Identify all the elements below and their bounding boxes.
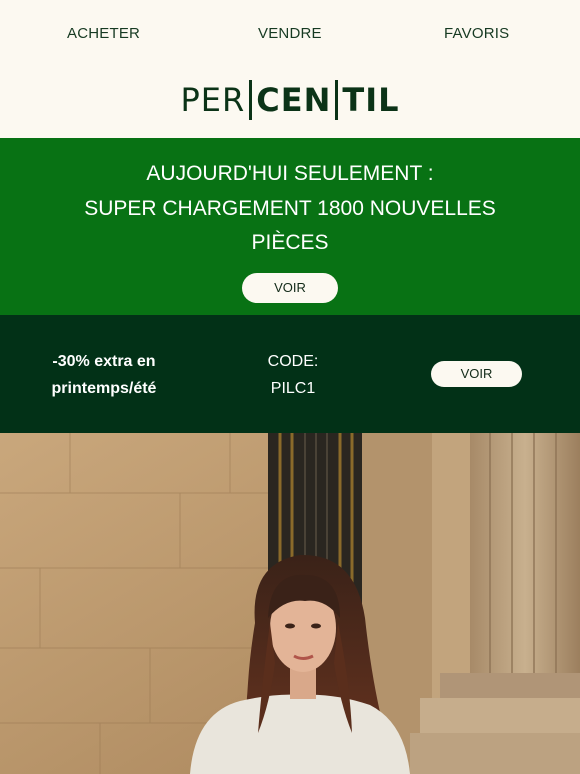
nav-link-vendre[interactable]: VENDRE xyxy=(258,25,322,42)
offer-line2: printemps/été xyxy=(51,380,157,397)
promo-headline-line3: PIÈCES xyxy=(251,231,329,254)
brand-logo[interactable]: PER CEN TIL xyxy=(0,78,580,122)
hero-photo-illustration xyxy=(0,433,580,774)
promo-banner: AUJOURD'HUI SEULEMENT : SUPER CHARGEMENT… xyxy=(0,138,580,315)
logo-part-til: TIL xyxy=(342,81,400,119)
logo-part-per: PER xyxy=(180,81,246,119)
discount-code: CODE: PILC1 xyxy=(240,348,346,402)
promo-voir-button[interactable]: VOIR xyxy=(242,273,338,303)
hero-photo[interactable] xyxy=(0,433,580,774)
top-nav: ACHETER VENDRE FAVORIS xyxy=(0,0,580,70)
logo-divider xyxy=(249,80,253,120)
logo-part-cen: CEN xyxy=(256,81,332,119)
promo-headline-line1: AUJOURD'HUI SEULEMENT : xyxy=(146,162,434,185)
discount-code-band: -30% extra en printemps/été CODE: PILC1 … xyxy=(0,315,580,433)
nav-link-acheter[interactable]: ACHETER xyxy=(67,25,140,42)
promo-headline-line2: SUPER CHARGEMENT 1800 NOUVELLES xyxy=(84,197,496,220)
code-label: CODE: xyxy=(267,353,319,370)
logo-divider xyxy=(335,80,339,120)
discount-offer: -30% extra en printemps/été xyxy=(40,348,168,402)
code-value: PILC1 xyxy=(270,380,316,397)
email-page: ACHETER VENDRE FAVORIS PER CEN TIL AUJOU… xyxy=(0,0,580,774)
nav-link-favoris[interactable]: FAVORIS xyxy=(444,25,509,42)
code-voir-button[interactable]: VOIR xyxy=(431,361,522,387)
offer-line1: -30% extra en xyxy=(52,353,156,370)
